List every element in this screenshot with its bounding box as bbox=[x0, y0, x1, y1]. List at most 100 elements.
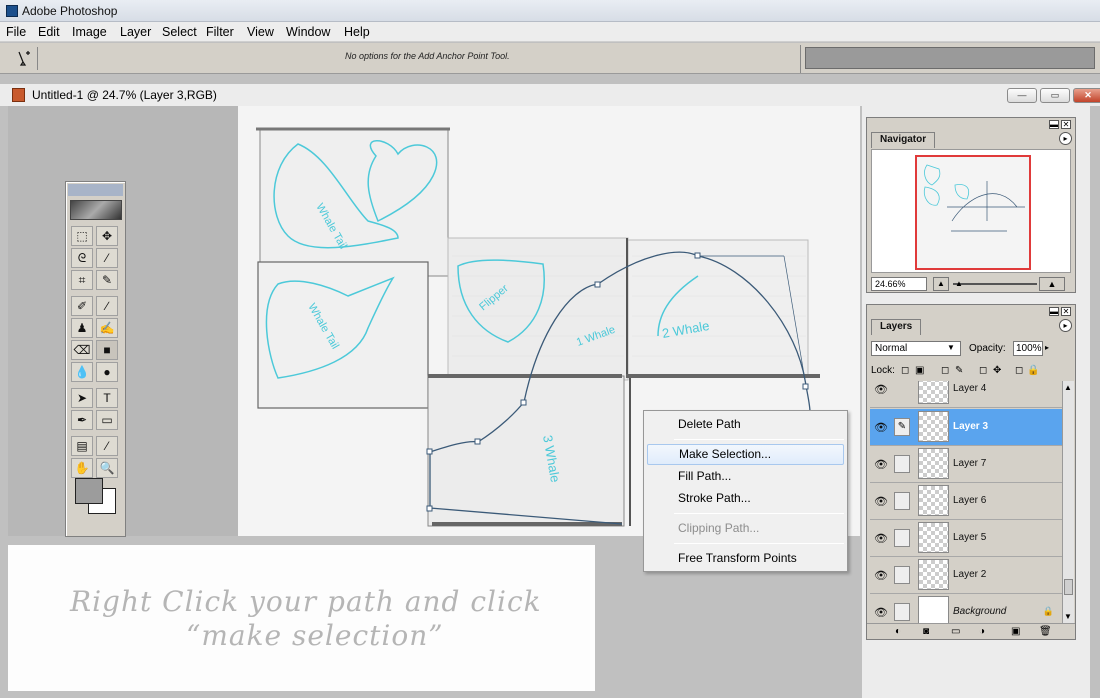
layer-row-layer-7[interactable]: 👁 Layer 7 bbox=[870, 446, 1062, 483]
eraser-tool-icon[interactable]: ⌫ bbox=[71, 340, 93, 360]
menu-window[interactable]: Window bbox=[286, 25, 330, 39]
visibility-eye-icon[interactable]: 👁 bbox=[874, 458, 888, 471]
magic-wand-tool-icon[interactable]: ⁄ bbox=[96, 248, 118, 268]
navigator-slider-handle-icon[interactable]: ▲ bbox=[955, 279, 963, 288]
brush-tool-icon[interactable]: ∕ bbox=[96, 296, 118, 316]
menu-item-make-selection[interactable]: Make Selection... bbox=[647, 444, 844, 465]
palette-minimize-icon[interactable]: ▬ bbox=[1049, 120, 1059, 129]
layer-row-layer-2[interactable]: 👁 Layer 2 bbox=[870, 557, 1062, 594]
healing-brush-tool-icon[interactable]: ✐ bbox=[71, 296, 93, 316]
palette-close-icon[interactable]: ✕ bbox=[1061, 120, 1071, 129]
tab-layers[interactable]: Layers bbox=[871, 319, 922, 335]
scroll-down-icon[interactable]: ▼ bbox=[1064, 612, 1072, 621]
link-box-icon[interactable] bbox=[894, 492, 910, 510]
notes-tool-icon[interactable]: ▤ bbox=[71, 436, 93, 456]
visibility-eye-icon[interactable]: 👁 bbox=[874, 606, 888, 619]
brush-link-icon[interactable]: ✎ bbox=[894, 418, 910, 436]
menu-view[interactable]: View bbox=[247, 25, 274, 39]
foreground-color-swatch[interactable] bbox=[75, 478, 103, 504]
lock-image-icon[interactable]: ◻ bbox=[941, 365, 949, 376]
lock-position-checkbox[interactable]: ◻ bbox=[979, 365, 987, 376]
add-anchor-point-pen-icon[interactable] bbox=[8, 47, 38, 70]
palette-minimize-icon[interactable]: ▬ bbox=[1049, 307, 1059, 316]
chevron-down-icon[interactable]: ▼ bbox=[947, 343, 955, 352]
hand-tool-icon[interactable]: ✋ bbox=[71, 458, 93, 478]
menu-filter[interactable]: Filter bbox=[206, 25, 234, 39]
layer-row-background[interactable]: 👁 Background 🔒 bbox=[870, 594, 1062, 623]
navigator-preview[interactable] bbox=[871, 149, 1071, 273]
gradient-tool-icon[interactable]: ■ bbox=[96, 340, 118, 360]
close-button[interactable]: ✕ bbox=[1073, 88, 1100, 103]
palette-close-icon[interactable]: ✕ bbox=[1061, 307, 1071, 316]
navigator-view-frame[interactable] bbox=[915, 155, 1031, 270]
visibility-eye-icon[interactable]: 👁 bbox=[874, 569, 888, 582]
layer-mask-icon[interactable]: ◙ bbox=[923, 626, 929, 637]
layers-scrollbar[interactable]: ▲ ▼ bbox=[1062, 381, 1074, 623]
lock-pixels-icon[interactable]: ▣ bbox=[915, 365, 924, 376]
lock-move-icon[interactable]: ✥ bbox=[993, 365, 1001, 376]
clone-stamp-tool-icon[interactable]: ♟ bbox=[71, 318, 93, 338]
slice-tool-icon[interactable]: ✎ bbox=[96, 270, 118, 290]
move-tool-icon[interactable]: ✥ bbox=[96, 226, 118, 246]
menu-item-fill-path[interactable]: Fill Path... bbox=[647, 466, 844, 487]
path-selection-tool-icon[interactable]: ➤ bbox=[71, 388, 93, 408]
zoom-in-icon[interactable]: ▲ bbox=[1039, 277, 1065, 291]
layer-row-layer-5[interactable]: 👁 Layer 5 bbox=[870, 520, 1062, 557]
navigator-menu-icon[interactable]: ▸ bbox=[1059, 132, 1072, 145]
navigator-zoom-slider[interactable] bbox=[953, 283, 1037, 285]
link-box-icon[interactable] bbox=[894, 529, 910, 547]
layer-row-layer-4[interactable]: 👁 Layer 4 bbox=[870, 381, 1062, 408]
type-tool-icon[interactable]: T bbox=[96, 388, 118, 408]
visibility-eye-icon[interactable]: 👁 bbox=[874, 495, 888, 508]
tab-navigator[interactable]: Navigator bbox=[871, 132, 936, 148]
crop-tool-icon[interactable]: ⌗ bbox=[71, 270, 93, 290]
lock-all-icon[interactable]: 🔒 bbox=[1027, 365, 1039, 376]
layer-row-layer-3[interactable]: 👁 ✎ Layer 3 bbox=[870, 409, 1062, 446]
menu-help[interactable]: Help bbox=[344, 25, 370, 39]
lock-brush-icon[interactable]: ✎ bbox=[955, 365, 963, 376]
navigator-zoom-field[interactable]: 24.66% bbox=[871, 277, 927, 291]
layer-row-layer-6[interactable]: 👁 Layer 6 bbox=[870, 483, 1062, 520]
scrollbar-thumb[interactable] bbox=[1064, 579, 1073, 595]
new-layer-icon[interactable]: ▣ bbox=[1011, 626, 1020, 637]
menu-image[interactable]: Image bbox=[72, 25, 107, 39]
menu-edit[interactable]: Edit bbox=[38, 25, 60, 39]
layer-name: Layer 3 bbox=[953, 421, 989, 432]
opacity-field[interactable]: 100% bbox=[1013, 341, 1043, 356]
menu-file[interactable]: File bbox=[6, 25, 26, 39]
menu-item-free-transform-points[interactable]: Free Transform Points bbox=[647, 548, 844, 569]
restore-button[interactable]: ▭ bbox=[1040, 88, 1070, 103]
zoom-tool-icon[interactable]: 🔍 bbox=[96, 458, 118, 478]
layers-menu-icon[interactable]: ▸ bbox=[1059, 319, 1072, 332]
menu-item-delete-path[interactable]: Delete Path bbox=[647, 414, 844, 435]
lock-transparency-icon[interactable]: ◻ bbox=[901, 365, 909, 376]
zoom-out-icon[interactable]: ▲ bbox=[933, 277, 949, 291]
lasso-tool-icon[interactable]: ᘓ bbox=[71, 248, 93, 268]
menu-item-stroke-path[interactable]: Stroke Path... bbox=[647, 488, 844, 509]
rectangle-tool-icon[interactable]: ▭ bbox=[96, 410, 118, 430]
link-box-icon[interactable] bbox=[894, 455, 910, 473]
link-box-icon[interactable] bbox=[894, 603, 910, 621]
toolbox-title-bar[interactable] bbox=[68, 184, 123, 196]
link-box-icon[interactable] bbox=[894, 566, 910, 584]
blur-tool-icon[interactable]: 💧 bbox=[71, 362, 93, 382]
menu-layer[interactable]: Layer bbox=[120, 25, 151, 39]
marquee-tool-icon[interactable]: ⬚ bbox=[71, 226, 93, 246]
scroll-up-icon[interactable]: ▲ bbox=[1064, 383, 1072, 392]
visibility-eye-icon[interactable]: 👁 bbox=[874, 532, 888, 545]
new-set-folder-icon[interactable]: ▭ bbox=[951, 626, 960, 637]
photoshop-eye-logo-icon[interactable] bbox=[70, 200, 122, 220]
opacity-arrow-icon[interactable]: ▸ bbox=[1045, 343, 1049, 352]
lock-all-checkbox[interactable]: ◻ bbox=[1015, 365, 1023, 376]
visibility-eye-icon[interactable]: 👁 bbox=[874, 421, 888, 434]
layer-style-icon[interactable]: ◐ bbox=[895, 626, 901, 637]
history-brush-tool-icon[interactable]: ✍ bbox=[96, 318, 118, 338]
adjustment-layer-icon[interactable]: ◑ bbox=[979, 626, 985, 637]
minimize-button[interactable]: — bbox=[1007, 88, 1037, 103]
trash-icon[interactable]: 🗑 bbox=[1039, 626, 1052, 637]
dodge-tool-icon[interactable]: ● bbox=[96, 362, 118, 382]
eyedropper-tool-icon[interactable]: ⁄ bbox=[96, 436, 118, 456]
menu-select[interactable]: Select bbox=[162, 25, 197, 39]
pen-tool-icon[interactable]: ✒ bbox=[71, 410, 93, 430]
visibility-eye-icon[interactable]: 👁 bbox=[874, 383, 888, 396]
